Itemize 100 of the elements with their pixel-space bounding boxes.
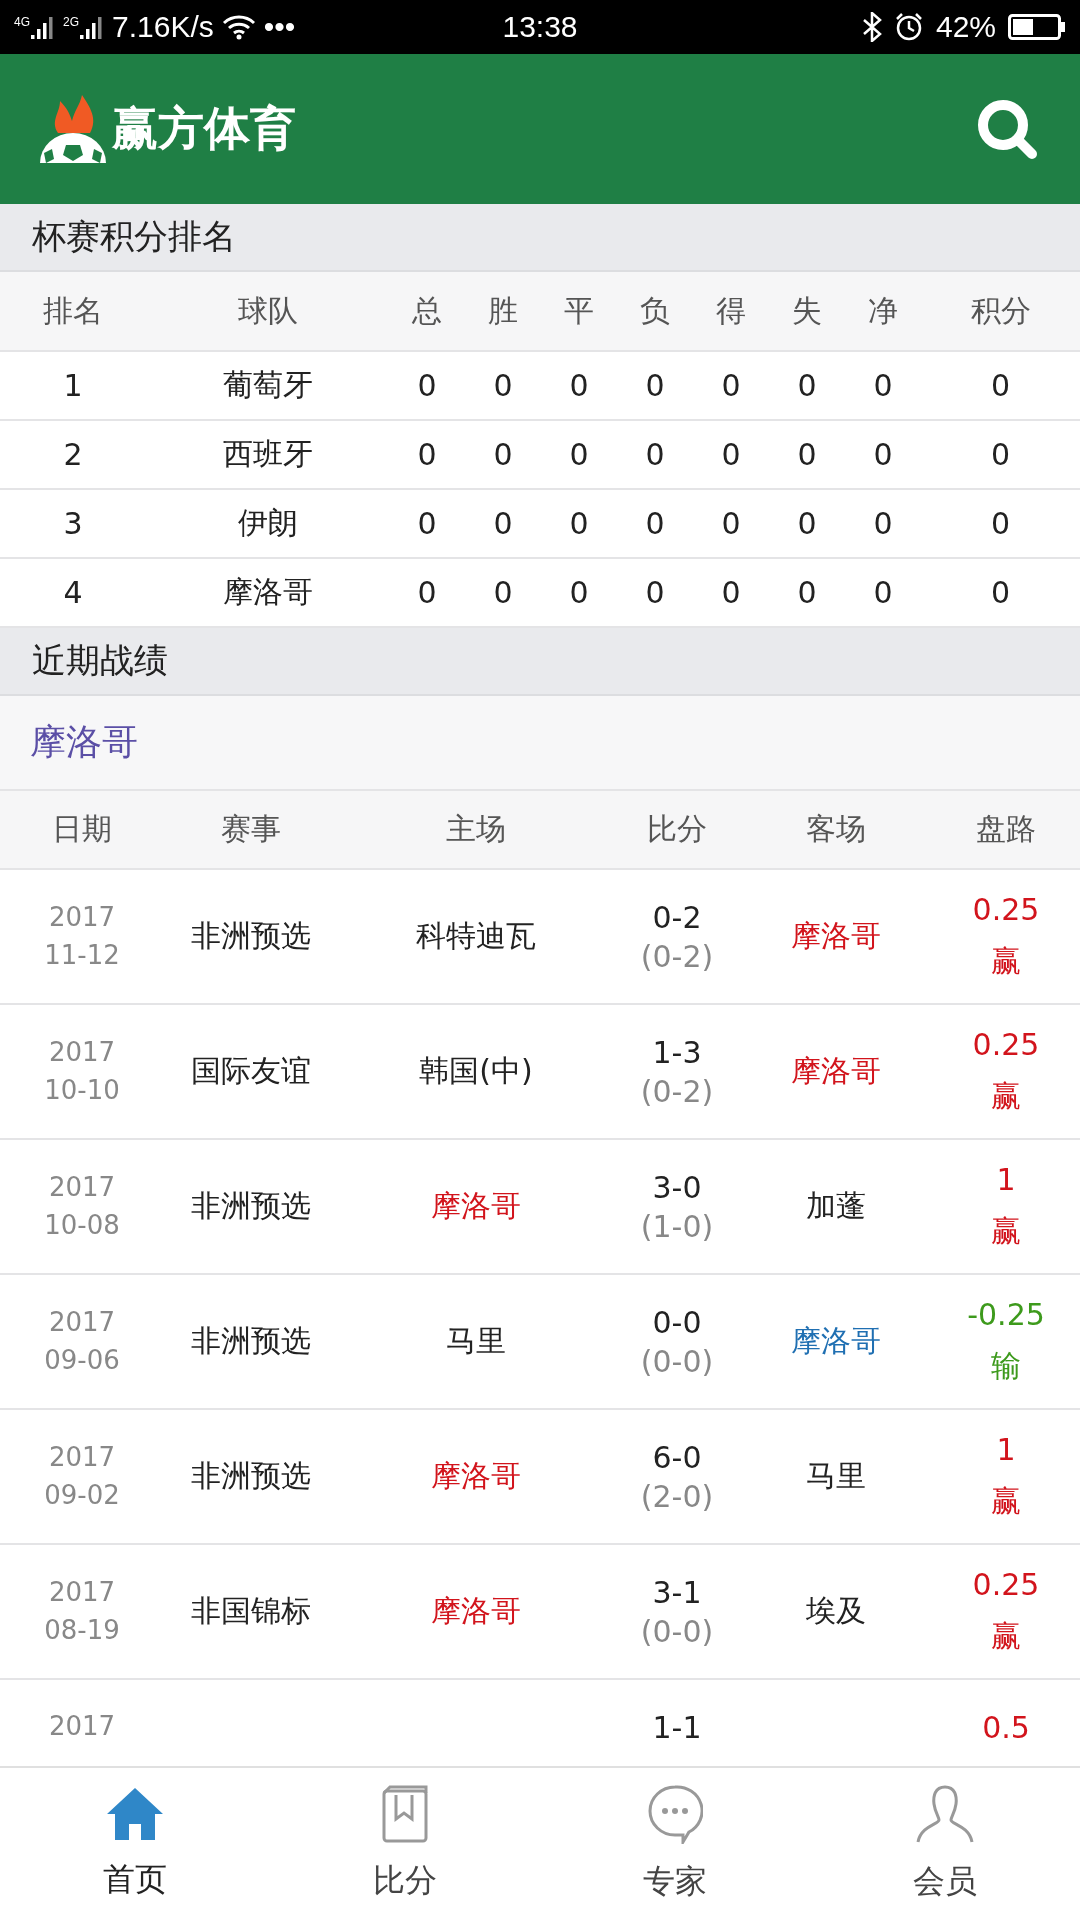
match-score: 3-0 [652, 1169, 702, 1205]
home-team: 摩洛哥 [430, 1592, 522, 1630]
team-name[interactable]: 摩洛哥 [0, 696, 1080, 791]
handicap-value: 0.25 [972, 891, 1040, 927]
table-cell-text: 0 [872, 575, 894, 610]
column-header: 净 [867, 291, 899, 330]
column-header: 客场 [805, 810, 867, 848]
handicap-value: 0.25 [972, 1026, 1040, 1062]
table-cell-text: 0 [720, 506, 742, 541]
table-cell-text: 葡萄牙 [221, 366, 314, 404]
nav-tab[interactable]: 会员 [810, 1768, 1080, 1920]
match-date: 11-12 [44, 938, 120, 972]
brand-name: 赢方体育 [112, 100, 296, 157]
match-score: 0-0 [652, 1304, 702, 1340]
table-cell-text: 0 [720, 437, 742, 472]
more-indicator: ••• [263, 10, 296, 44]
section-title: 杯赛积分排名 [0, 204, 1080, 272]
search-icon[interactable] [976, 98, 1038, 160]
table-cell-text: 0 [568, 506, 590, 541]
column-header: 排名 [42, 291, 104, 330]
handicap-result: 赢 [991, 941, 1021, 980]
table-cell-text: 0 [644, 575, 666, 610]
handicap-result: 赢 [991, 1211, 1021, 1250]
handicap-value: 1 [996, 1431, 1016, 1467]
table-cell-text: 0 [872, 437, 894, 472]
table-cell-text: 0 [416, 368, 438, 403]
match-score: 3-1 [652, 1574, 702, 1610]
competition-name: 非洲预选 [190, 917, 312, 955]
competition-name: 国际友谊 [190, 1052, 312, 1090]
table-cell-text: 0 [872, 506, 894, 541]
column-header: 日期 [51, 810, 113, 848]
table-cell-text: 0 [720, 575, 742, 610]
battery-icon [1008, 14, 1066, 40]
column-header: 平 [563, 291, 595, 330]
handicap-result: 赢 [991, 1076, 1021, 1115]
away-team: 加蓬 [805, 1187, 867, 1225]
handicap-result: 赢 [991, 1616, 1021, 1655]
table-cell-text: 0 [492, 506, 514, 541]
match-date: 09-02 [44, 1478, 120, 1512]
table-cell-text: 0 [492, 368, 514, 403]
match-date: 2017 [48, 1440, 116, 1474]
wifi-icon [221, 14, 256, 40]
match-score: 6-0 [652, 1439, 702, 1475]
away-team: 摩洛哥 [790, 1052, 882, 1090]
chat-icon [647, 1784, 703, 1844]
column-header: 胜 [487, 291, 519, 330]
table-cell-text: 0 [568, 368, 590, 403]
table-cell-text: 西班牙 [221, 435, 314, 473]
table-cell-text: 2 [62, 437, 84, 472]
half-time-score: (0-0) [640, 1343, 714, 1379]
table-cell-text: 0 [492, 437, 514, 472]
table-cell-text: 摩洛哥 [221, 573, 314, 611]
match-score: 0-2 [652, 899, 702, 935]
home-team: 摩洛哥 [430, 1457, 522, 1495]
match-date: 2017 [47, 1710, 117, 1743]
handicap-value: 1 [996, 1161, 1016, 1197]
table-cell-text: 0 [416, 575, 438, 610]
away-team: 摩洛哥 [790, 1322, 882, 1360]
match-date: 2017 [48, 1575, 116, 1609]
handicap-value: 0.25 [972, 1566, 1040, 1602]
table-cell-text: 0 [796, 368, 818, 403]
half-time-score: (0-2) [640, 1073, 714, 1109]
away-team: 马里 [805, 1457, 867, 1495]
match-date: 09-06 [44, 1343, 120, 1377]
home-team: 科特迪瓦 [415, 917, 537, 955]
half-time-score: (0-0) [640, 1613, 714, 1649]
away-team: 埃及 [805, 1592, 867, 1630]
home-team: 摩洛哥 [430, 1187, 522, 1225]
network-speed: 7.16K/s [112, 10, 214, 44]
away-team: 摩洛哥 [790, 917, 882, 955]
table-cell-text: 0 [872, 368, 894, 403]
person-icon [915, 1784, 975, 1844]
match-date: 2017 [48, 1170, 116, 1204]
match-score: 1-3 [652, 1034, 702, 1070]
nav-tab[interactable]: 首页 [0, 1768, 270, 1920]
competition-name: 非洲预选 [190, 1187, 312, 1225]
column-header: 积分 [969, 291, 1032, 330]
table-cell-text: 0 [568, 437, 590, 472]
home-team: 马里 [445, 1322, 507, 1360]
table-cell-text: 0 [492, 575, 514, 610]
match-score: 1-1 [651, 1710, 703, 1745]
handicap-value: 0.5 [981, 1710, 1031, 1745]
match-date: 10-08 [44, 1208, 120, 1242]
nav-tab[interactable]: 专家 [540, 1768, 810, 1920]
column-header: 失 [791, 291, 823, 330]
bluetooth-icon [861, 12, 882, 42]
table-cell-text: 0 [720, 368, 742, 403]
table-cell-text: 0 [568, 575, 590, 610]
nav-tab[interactable]: 比分 [270, 1768, 540, 1920]
battery-percent: 42% [935, 10, 996, 44]
column-header: 比分 [646, 810, 708, 848]
table-cell-text: 伊朗 [236, 504, 299, 542]
column-header: 赛事 [220, 810, 282, 848]
match-date: 08-19 [44, 1613, 120, 1647]
logo-icon [38, 93, 108, 165]
table-cell-text: 0 [644, 368, 666, 403]
match-date: 2017 [48, 1305, 116, 1339]
table-cell-text: 0 [989, 575, 1012, 610]
column-header: 得 [715, 291, 747, 330]
clock: 13:38 [502, 10, 578, 44]
